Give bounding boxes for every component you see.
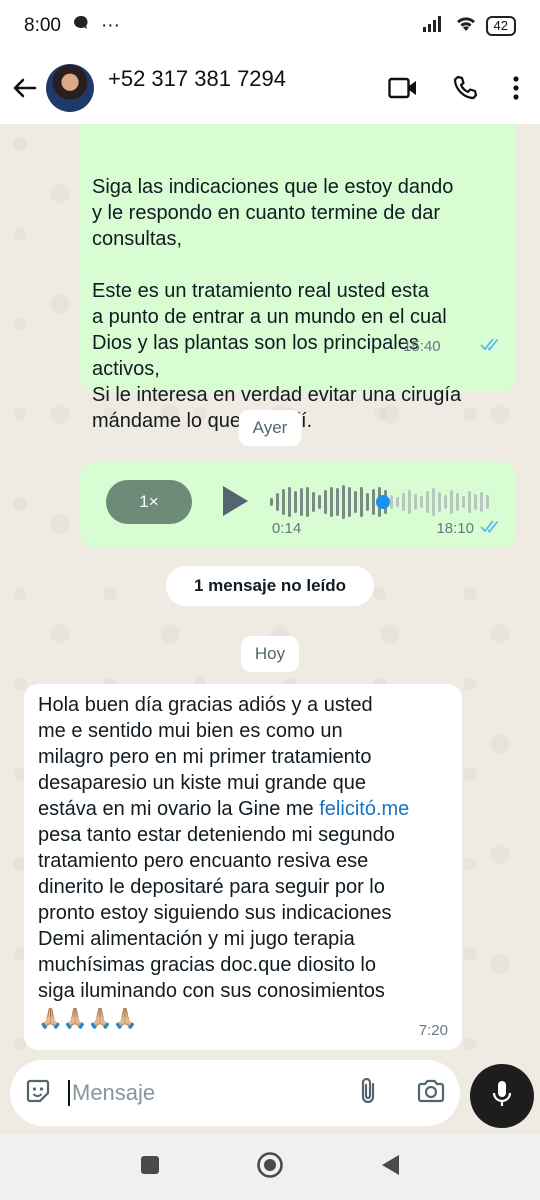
status-bar: 8:00 ··· 42 <box>0 0 540 52</box>
voice-duration: 0:14 <box>272 520 302 537</box>
camera-icon[interactable] <box>416 1078 446 1109</box>
outgoing-message[interactable]: Siga las indicaciones que le estoy dando… <box>80 124 516 432</box>
microphone-icon <box>491 1080 513 1113</box>
battery-indicator: 42 <box>485 16 516 36</box>
read-ticks-icon <box>447 308 502 386</box>
read-ticks-icon <box>480 516 502 542</box>
sticker-icon[interactable] <box>24 1077 52 1110</box>
message-time: 18:10 <box>436 520 474 537</box>
recents-square-icon[interactable] <box>140 1155 160 1180</box>
chat-notification-icon <box>73 15 89 37</box>
message-time: 15:40 <box>403 338 441 355</box>
message-text: Siga las indicaciones que le estoy dando… <box>92 176 462 432</box>
playback-speed-button[interactable]: 1× <box>106 480 192 524</box>
attach-icon[interactable] <box>360 1076 378 1111</box>
message-text-part: pesa tanto estar deteniendo mi segundo t… <box>38 824 395 1002</box>
message-composer: Mensaje <box>10 1060 460 1126</box>
more-options-icon[interactable] <box>512 75 520 101</box>
back-triangle-icon[interactable] <box>380 1154 400 1181</box>
signal-icon <box>422 14 446 38</box>
wifi-icon <box>454 14 478 38</box>
praying-hands-emoji: 🙏🏼🙏🏼🙏🏼🙏🏼 <box>38 1008 138 1030</box>
back-arrow-icon[interactable] <box>10 74 38 102</box>
contact-avatar[interactable] <box>46 64 94 112</box>
system-navigation-bar <box>0 1134 540 1200</box>
more-notifications-indicator: ··· <box>100 15 120 36</box>
message-input[interactable]: Mensaje <box>68 1080 155 1106</box>
video-call-icon[interactable] <box>388 77 418 99</box>
chat-area[interactable]: Siga las indicaciones que le estoy dando… <box>0 124 540 1060</box>
status-time: 8:00 <box>24 15 61 36</box>
date-divider-yesterday: Ayer <box>238 410 302 446</box>
message-time: 7:20 <box>418 1022 448 1039</box>
playback-position-handle[interactable] <box>376 495 390 509</box>
date-divider-today: Hoy <box>240 636 300 672</box>
mic-button[interactable] <box>470 1064 534 1128</box>
voice-message[interactable]: 1× 0:14 18:10 <box>80 462 516 548</box>
contact-name[interactable]: +52 317 381 7294 <box>108 66 286 92</box>
chat-header: +52 317 381 7294 <box>0 52 540 124</box>
incoming-message[interactable]: Hola buen día gracias adiós y a usted me… <box>24 684 462 1050</box>
message-link[interactable]: felicitó.me <box>319 798 409 820</box>
play-icon[interactable] <box>220 484 250 525</box>
message-text: Hola buen día gracias adiós y a usted me… <box>38 692 446 1004</box>
unread-messages-banner: 1 mensaje no leído <box>165 566 375 606</box>
home-circle-icon[interactable] <box>256 1151 284 1184</box>
voice-call-icon[interactable] <box>452 75 478 101</box>
